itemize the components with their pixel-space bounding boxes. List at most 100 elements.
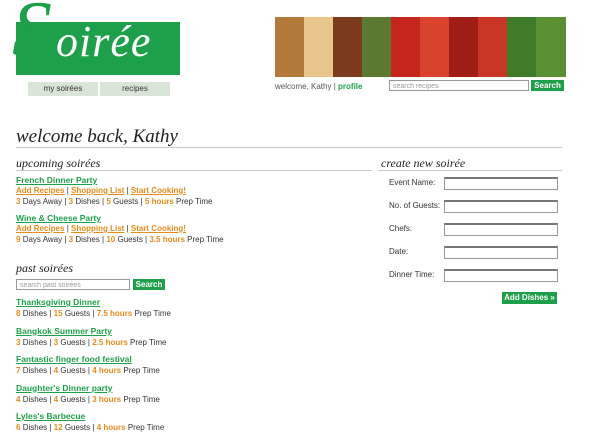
- meta-label: Dishes: [22, 423, 48, 432]
- meta-value: 4 hours: [96, 423, 126, 432]
- meta-label: Guests: [117, 235, 143, 244]
- meta-label: Guests: [64, 423, 91, 432]
- party-actions: Add Recipes | Shopping List | Start Cook…: [16, 186, 186, 195]
- meta-value: 3: [16, 337, 21, 347]
- meta-label: Dishes: [22, 394, 48, 404]
- meta-label: Dishes: [22, 366, 48, 375]
- form-field-label: Date:: [389, 247, 409, 256]
- meta-label: Prep Time: [176, 197, 213, 206]
- meta-value: 5: [106, 197, 111, 206]
- meta-label: Days Away: [22, 235, 63, 244]
- party-meta: 7 Dishes | 4 Guests | 4 hours Prep Time: [16, 366, 160, 375]
- form-field-label: Event Name:: [389, 178, 436, 187]
- meta-value: 3: [53, 337, 59, 347]
- meta-value: 3: [68, 235, 74, 244]
- food-photo: [478, 17, 508, 77]
- meta-value: 4: [53, 394, 59, 404]
- upcoming-divider: [16, 170, 372, 171]
- meta-label: Prep Time: [130, 337, 167, 347]
- past-party-title[interactable]: Daughter's Dinner party: [16, 383, 112, 393]
- upcoming-party-title[interactable]: Wine & Cheese Party: [16, 213, 101, 223]
- meta-value: 5 hours: [144, 197, 174, 206]
- food-photo: [275, 17, 305, 77]
- welcome-text: welcome, Kathy | profile: [275, 82, 362, 91]
- logo-letter-s: S: [12, 0, 52, 74]
- party-meta: 9 Days Away | 3 Dishes | 10 Guests | 3.5…: [16, 235, 224, 244]
- meta-label: Dishes: [75, 197, 100, 206]
- nav-recipes[interactable]: recipes: [100, 82, 170, 96]
- party-action-link[interactable]: Shopping List: [71, 186, 124, 195]
- meta-value: 3: [68, 197, 74, 206]
- meta-value: 4: [53, 366, 59, 375]
- meta-value: 12: [53, 423, 63, 432]
- past-party-title[interactable]: Bangkok Summer Party: [16, 326, 112, 336]
- party-action-link[interactable]: Add Recipes: [16, 186, 64, 195]
- meta-value: 15: [53, 309, 63, 318]
- food-photo: [536, 17, 566, 77]
- meta-label: Guests: [60, 394, 86, 404]
- meta-value: 4 hours: [92, 366, 122, 375]
- meta-label: Days Away: [22, 197, 63, 206]
- form-field-label: No. of Guests:: [389, 201, 441, 210]
- logo-text: oirée: [56, 17, 152, 66]
- meta-label: Dishes: [22, 337, 48, 347]
- meta-label: Guests: [113, 197, 139, 206]
- search-recipes-button[interactable]: Search: [531, 80, 564, 91]
- meta-value: 4: [16, 394, 21, 404]
- meta-value: 7: [16, 366, 21, 375]
- upcoming-heading: upcoming soirées: [16, 156, 101, 170]
- meta-label: Dishes: [75, 235, 100, 244]
- food-photo: [362, 17, 392, 77]
- form-field-label: Chefs:: [389, 224, 413, 233]
- greeting-divider: [16, 147, 562, 148]
- party-meta: 3 Dishes | 3 Guests | 2.5 hours Prep Tim…: [16, 337, 167, 347]
- party-actions: Add Recipes | Shopping List | Start Cook…: [16, 224, 186, 233]
- party-meta: 8 Dishes | 15 Guests | 7.5 hours Prep Ti…: [16, 309, 171, 318]
- meta-label: Dishes: [22, 309, 48, 318]
- profile-link[interactable]: profile: [338, 82, 362, 91]
- add-dishes-button[interactable]: Add Dishes »: [502, 292, 557, 304]
- meta-label: Prep Time: [123, 394, 160, 404]
- form-field-input[interactable]: [444, 246, 558, 259]
- form-field-input[interactable]: [444, 200, 558, 213]
- create-divider: [378, 170, 562, 171]
- form-field-input[interactable]: [444, 177, 558, 190]
- food-photo: [449, 17, 479, 77]
- meta-label: Prep Time: [134, 309, 171, 318]
- meta-value: 9: [16, 235, 21, 244]
- meta-label: Prep Time: [127, 423, 165, 432]
- party-action-link[interactable]: Add Recipes: [16, 224, 64, 233]
- create-heading: create new soirée: [381, 156, 466, 170]
- food-photo: [391, 17, 421, 77]
- food-photo: [333, 17, 363, 77]
- form-field-input[interactable]: [444, 223, 558, 236]
- party-action-link[interactable]: Start Cooking!: [131, 224, 186, 233]
- meta-value: 8: [16, 309, 21, 318]
- meta-value: 3.5 hours: [149, 235, 185, 244]
- upcoming-party-title[interactable]: French Dinner Party: [16, 175, 97, 185]
- search-past-button[interactable]: Search: [133, 279, 165, 290]
- meta-value: 6: [16, 423, 21, 432]
- meta-value: 7.5 hours: [96, 309, 133, 318]
- past-party-title[interactable]: Thanksgiving Dinner: [16, 297, 100, 307]
- food-photo: [420, 17, 450, 77]
- nav-my-soirees[interactable]: my soirées: [28, 82, 98, 96]
- food-photo: [507, 17, 537, 77]
- form-field-label: Dinner Time:: [389, 270, 435, 279]
- past-party-title[interactable]: Fantastic finger food festival: [16, 354, 132, 364]
- meta-label: Guests: [60, 337, 86, 347]
- welcome-separator: |: [333, 82, 336, 91]
- party-action-link[interactable]: Shopping List: [71, 224, 124, 233]
- meta-label: Guests: [64, 309, 91, 318]
- meta-label: Prep Time: [123, 366, 160, 375]
- search-recipes-input[interactable]: search recipes: [389, 80, 529, 91]
- meta-label: Prep Time: [187, 235, 224, 244]
- party-meta: 4 Dishes | 4 Guests | 3 hours Prep Time: [16, 394, 160, 404]
- party-meta: 3 Days Away | 3 Dishes | 5 Guests | 5 ho…: [16, 197, 213, 206]
- form-field-input[interactable]: [444, 269, 558, 282]
- welcome-label: welcome, Kathy: [275, 82, 332, 91]
- meta-value: 3 hours: [92, 394, 122, 404]
- search-past-input[interactable]: search past soirées: [16, 279, 130, 290]
- party-action-link[interactable]: Start Cooking!: [131, 186, 186, 195]
- past-party-title[interactable]: Lyles's Barbecue: [16, 411, 85, 421]
